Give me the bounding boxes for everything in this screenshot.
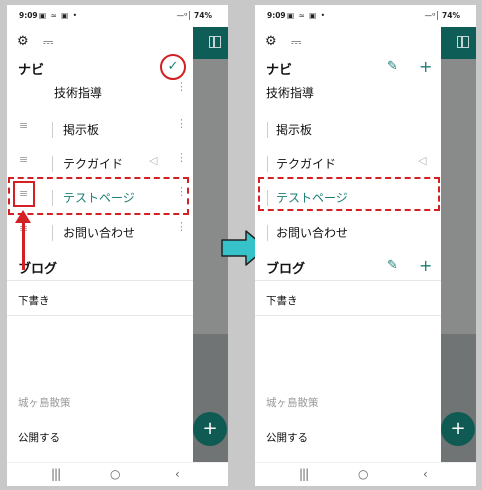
signal-icon: —ᵅ│	[424, 11, 440, 20]
nav-item-gijutsu-shido[interactable]: 技術指導	[255, 79, 441, 113]
nav-section-header: ナビ	[18, 63, 45, 78]
highlight-drag-handle	[13, 181, 35, 207]
divider	[255, 315, 441, 316]
highlight-test-page-row	[8, 177, 189, 215]
indent-line	[267, 122, 268, 138]
gear-icon[interactable]: ⚙	[265, 34, 277, 49]
dimmed-content	[441, 59, 476, 334]
publish-item[interactable]: 公開する	[266, 430, 308, 445]
drag-handle-icon[interactable]: ≡	[19, 153, 29, 166]
more-icon[interactable]: ⋮	[176, 152, 187, 163]
add-icon[interactable]: +	[419, 256, 432, 275]
phone-screen-after: 9:09 ▣ ≈ ▣ • —ᵅ│ 74% + ⚙ ⎓ ナビ ✎ + 技術指導 掲…	[255, 5, 476, 486]
nav-item-contact[interactable]: ≡ お問い合わせ ⋮	[7, 216, 193, 250]
more-icon[interactable]: ⋮	[176, 81, 187, 92]
activity-icon[interactable]: ⎓	[291, 35, 301, 50]
site-name: 城ヶ島散策	[266, 397, 319, 409]
divider	[255, 280, 441, 281]
activity-icon[interactable]: ⎓	[43, 35, 53, 50]
indent-line	[52, 225, 53, 241]
nav-item-label: お問い合わせ	[63, 226, 136, 240]
site-name: 城ヶ島散策	[18, 397, 71, 409]
status-time: 9:09	[19, 11, 38, 20]
back-icon[interactable]: ‹	[423, 467, 428, 481]
nav-item-label: 掲示板	[276, 123, 313, 137]
pencil-icon[interactable]: ✎	[387, 59, 398, 74]
system-navigation-bar: ||| ○ ‹	[255, 462, 476, 486]
done-check-button[interactable]: ✓	[160, 54, 186, 80]
status-time: 9:09	[267, 11, 286, 20]
indent-line	[267, 225, 268, 241]
app-toolbar-backdrop	[441, 27, 476, 59]
nav-item-label: 技術指導	[54, 86, 103, 100]
status-bar: 9:09 ▣ ≈ ▣ • —ᵅ│ 74%	[255, 5, 476, 27]
dimmed-content	[193, 59, 228, 334]
battery-level: 74%	[442, 11, 460, 20]
app-backdrop	[441, 27, 476, 462]
indent-line	[267, 156, 268, 172]
app-toolbar-backdrop	[193, 27, 228, 59]
status-right: —ᵅ│ 74%	[425, 11, 460, 20]
nav-item-label: お問い合わせ	[276, 226, 349, 240]
blog-section-header: ブログ	[266, 262, 306, 277]
navigation-drawer: ⚙ ⎓ ナビ ✎ + 技術指導 掲示板 テクガイド ◁ テストページ お問い合わ…	[255, 27, 441, 462]
divider	[7, 315, 193, 316]
phone-screen-before: 9:09 ▣ ≈ ▣ • —ᵅ│ 74% + ⚙ ⎓ ナビ ✓ 技術指導 ⋮ ≡…	[7, 5, 228, 486]
nav-item-tech-guide[interactable]: テクガイド ◁	[255, 147, 441, 181]
notification-icons: ▣ ≈ ▣ •	[39, 11, 79, 20]
fab-add-button[interactable]: +	[193, 412, 227, 446]
nav-item-keijiban[interactable]: 掲示板	[255, 113, 441, 147]
nav-item-label: テクガイド	[63, 157, 124, 171]
fab-add-button[interactable]: +	[441, 412, 475, 446]
indent-line	[52, 156, 53, 172]
gear-icon[interactable]: ⚙	[17, 34, 29, 49]
check-icon: ✓	[167, 59, 179, 74]
indent-line	[52, 122, 53, 138]
recents-icon[interactable]: |||	[299, 467, 309, 481]
more-icon[interactable]: ⋮	[176, 221, 187, 232]
battery-level: 74%	[194, 11, 212, 20]
system-navigation-bar: ||| ○ ‹	[7, 462, 228, 486]
status-right: —ᵅ│ 74%	[177, 11, 212, 20]
drafts-item[interactable]: 下書き	[18, 293, 50, 308]
status-bar: 9:09 ▣ ≈ ▣ • —ᵅ│ 74%	[7, 5, 228, 27]
recents-icon[interactable]: |||	[51, 467, 61, 481]
nav-item-gijutsu-shido[interactable]: 技術指導 ⋮	[7, 79, 193, 113]
columns-icon[interactable]	[457, 36, 469, 48]
pencil-icon[interactable]: ✎	[387, 258, 398, 273]
nav-item-label: 技術指導	[266, 86, 315, 100]
back-icon[interactable]: ‹	[175, 467, 180, 481]
navigation-drawer: ⚙ ⎓ ナビ ✓ 技術指導 ⋮ ≡ 掲示板 ⋮ ≡ テクガイド ◁ ⋮ ≡ テス…	[7, 27, 193, 462]
drag-handle-icon[interactable]: ≡	[19, 119, 29, 132]
notification-icons: ▣ ≈ ▣ •	[287, 11, 327, 20]
columns-icon[interactable]	[209, 36, 221, 48]
divider	[7, 280, 193, 281]
nav-item-label: 掲示板	[63, 123, 100, 137]
home-icon[interactable]: ○	[110, 467, 120, 481]
publish-item[interactable]: 公開する	[18, 430, 60, 445]
nav-section-header: ナビ	[266, 63, 293, 78]
signal-icon: —ᵅ│	[176, 11, 192, 20]
nav-item-tech-guide[interactable]: ≡ テクガイド ◁ ⋮	[7, 147, 193, 181]
highlight-test-page-row	[258, 177, 440, 211]
drafts-item[interactable]: 下書き	[266, 293, 298, 308]
nav-item-keijiban[interactable]: ≡ 掲示板 ⋮	[7, 113, 193, 147]
add-icon[interactable]: +	[419, 57, 432, 76]
nav-item-label: テクガイド	[276, 157, 337, 171]
megaphone-icon: ◁	[418, 154, 427, 167]
megaphone-icon: ◁	[149, 154, 158, 167]
home-icon[interactable]: ○	[358, 467, 368, 481]
more-icon[interactable]: ⋮	[176, 118, 187, 129]
nav-item-contact[interactable]: お問い合わせ	[255, 216, 441, 250]
annotation-arrow-shaft	[22, 220, 25, 270]
